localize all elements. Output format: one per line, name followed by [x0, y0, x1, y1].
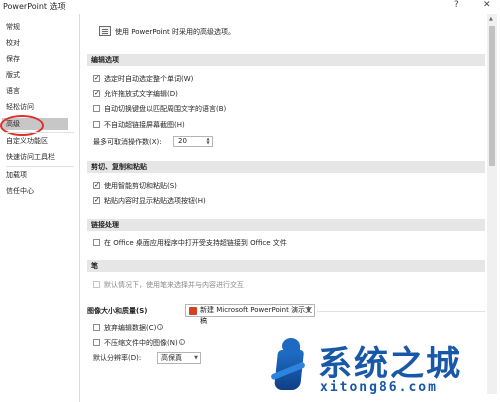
scroll-up-icon[interactable]: ▲ [489, 16, 493, 22]
checkbox-icon[interactable] [93, 105, 100, 112]
section-header-pen: 笔 [87, 260, 485, 272]
image-size-document-dropdown[interactable]: 新建 Microsoft PowerPoint 演示文稿 ▼ [185, 304, 315, 325]
window-title: PowerPoint 选项 [3, 2, 66, 11]
image-size-document-value: 新建 Microsoft PowerPoint 演示文稿 [200, 306, 313, 325]
checkbox-icon [93, 281, 100, 288]
sidebar-divider [6, 132, 74, 133]
section-divider [317, 311, 485, 312]
section-header-link-handling: 链接处理 [87, 219, 485, 231]
checkbox-icon[interactable] [93, 339, 100, 346]
watermark-url: xitong86.com [320, 380, 438, 395]
checkbox-icon[interactable] [93, 121, 100, 128]
site-watermark: 系统之城 xitong86.com [268, 334, 500, 402]
default-resolution-value: 高保真 [161, 354, 182, 362]
max-undo-spinner[interactable]: 20 ▲ ▼ [173, 136, 213, 147]
scrollbar-thumb[interactable] [489, 26, 495, 166]
sidebar-item-quick-access-toolbar[interactable]: 快速访问工具栏 [6, 151, 55, 163]
page-intro: 使用 PowerPoint 时采用的高级选项。 [115, 28, 235, 36]
option-drag-drop-editing[interactable]: 允许拖放式文字编辑(D) [93, 89, 178, 100]
section-header-clipboard: 剪切、复制和粘贴 [87, 161, 485, 173]
sidebar-item-proofing[interactable]: 校对 [6, 37, 20, 49]
option-auto-keyboard-switch[interactable]: 自动切换键盘以匹配周围文字的语言(B) [93, 104, 226, 115]
option-select-whole-word[interactable]: 选定时自动选定整个单词(W) [93, 74, 193, 85]
default-resolution-dropdown[interactable]: 高保真 ▼ [157, 352, 201, 364]
default-resolution-label: 默认分辨率(D): [93, 354, 142, 362]
chevron-down-icon: ▼ [194, 355, 198, 361]
option-open-office-links[interactable]: 在 Office 桌面应用程序中打开受支持超链接到 Office 文件 [93, 238, 287, 249]
option-no-auto-hyperlink-screenshot[interactable]: 不自动超链接屏幕截图(H) [93, 120, 185, 131]
spinner-arrows-icon[interactable]: ▲ ▼ [205, 137, 211, 146]
max-undo-label: 最多可取消操作数(X): [93, 138, 162, 146]
option-show-paste-options[interactable]: 粘贴内容时显示粘贴选项按钮(H) [93, 196, 206, 207]
sidebar-item-customize-ribbon[interactable]: 自定义功能区 [6, 135, 48, 147]
options-sidebar: 常规 校对 保存 版式 语言 轻松访问 高级 自定义功能区 快速访问工具栏 加载… [0, 14, 80, 402]
sidebar-item-save[interactable]: 保存 [6, 53, 20, 65]
section-header-image-size: 图像大小和质量(S) [87, 307, 148, 315]
sidebar-item-general[interactable]: 常规 [6, 21, 20, 33]
checkbox-icon[interactable] [93, 197, 100, 204]
sidebar-item-addins[interactable]: 加载项 [6, 169, 27, 181]
sidebar-divider [6, 166, 74, 167]
powerpoint-icon [189, 307, 197, 315]
option-smart-cut-paste[interactable]: 使用智能剪切和粘贴(S) [93, 181, 177, 192]
sidebar-item-trust-center[interactable]: 信任中心 [6, 185, 34, 197]
title-bar: PowerPoint 选项 ? ✕ [0, 0, 500, 14]
checkbox-icon[interactable] [93, 182, 100, 189]
watermark-logo-icon [268, 338, 308, 394]
help-button[interactable]: ? [454, 0, 459, 10]
close-button[interactable]: ✕ [483, 0, 491, 10]
sidebar-item-layout[interactable]: 版式 [6, 69, 20, 81]
option-discard-editing-data[interactable]: 放弃编辑数据(C) i [93, 323, 164, 334]
watermark-title: 系统之城 [318, 344, 462, 384]
chevron-down-icon: ▼ [306, 307, 311, 314]
max-undo-value: 20 [178, 137, 187, 145]
options-icon [99, 26, 111, 36]
option-no-compress-images[interactable]: 不压缩文件中的图像(N) i [93, 338, 185, 349]
info-icon[interactable]: i [178, 339, 185, 345]
sidebar-item-language[interactable]: 语言 [6, 85, 20, 97]
info-icon[interactable]: i [157, 324, 164, 330]
checkbox-icon[interactable] [93, 239, 100, 246]
sidebar-item-accessibility[interactable]: 轻松访问 [6, 101, 34, 113]
checkbox-icon[interactable] [93, 90, 100, 97]
checkbox-icon[interactable] [93, 75, 100, 82]
option-pen-select-interact: 默认情况下，使用笔来选择并与内容进行交互 [93, 280, 244, 291]
section-header-editing: 编辑选项 [87, 54, 485, 66]
checkbox-icon[interactable] [93, 324, 100, 331]
